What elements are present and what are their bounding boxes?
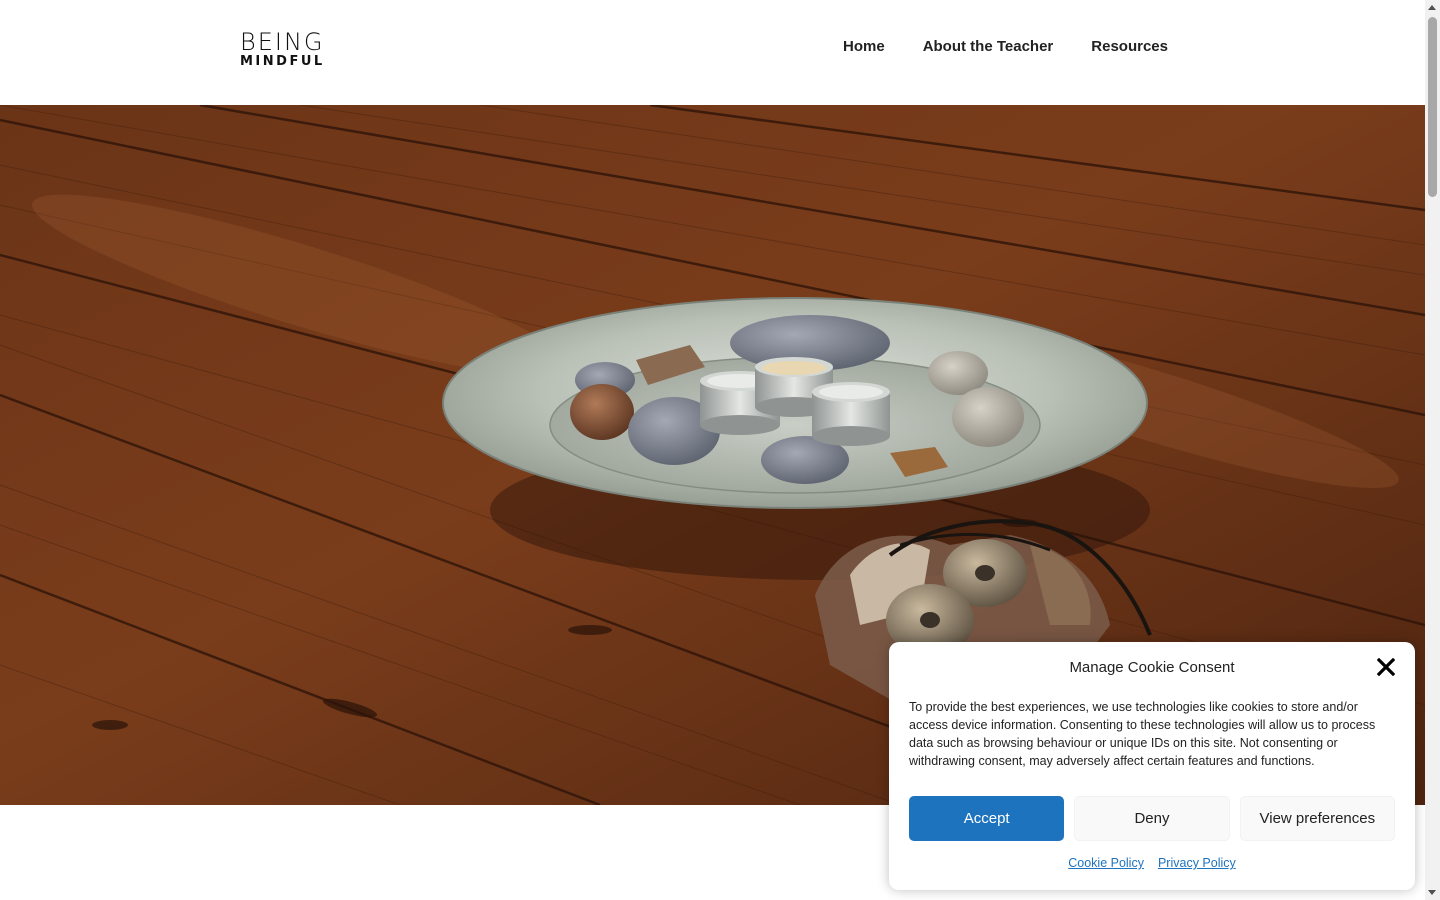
cookie-policy-link[interactable]: Cookie Policy: [1068, 856, 1144, 870]
scroll-down-arrow-icon[interactable]: [1428, 890, 1436, 895]
logo-line-being: BEING: [240, 28, 325, 56]
cookie-dialog-title: Manage Cookie Consent: [1069, 659, 1235, 676]
cookie-dialog-message: To provide the best experiences, we use …: [909, 700, 1376, 768]
nav-resources[interactable]: Resources: [1091, 38, 1168, 55]
close-icon[interactable]: [1376, 657, 1396, 677]
main-nav: Home About the Teacher Resources: [843, 38, 1168, 55]
page: BEING MINDFUL Home About the Teacher Res…: [0, 0, 1440, 900]
deny-button[interactable]: Deny: [1074, 796, 1230, 841]
nav-about-the-teacher[interactable]: About the Teacher: [923, 38, 1054, 55]
site-header: BEING MINDFUL Home About the Teacher Res…: [0, 0, 1425, 105]
view-preferences-button[interactable]: View preferences: [1239, 796, 1395, 841]
scrollbar-thumb[interactable]: [1428, 17, 1437, 197]
cookie-consent-dialog: Manage Cookie Consent To provide the bes…: [889, 642, 1415, 890]
cookie-button-row: Accept Deny View preferences: [909, 796, 1395, 841]
site-logo[interactable]: BEING MINDFUL: [240, 30, 325, 68]
scroll-up-arrow-icon[interactable]: [1428, 5, 1436, 10]
cookie-policy-links: Cookie Policy Privacy Policy: [889, 856, 1415, 870]
page-scrollbar[interactable]: [1425, 0, 1440, 900]
accept-button[interactable]: Accept: [909, 796, 1065, 841]
logo-line-mindful: MINDFUL: [240, 54, 325, 69]
privacy-policy-link[interactable]: Privacy Policy: [1158, 856, 1236, 870]
nav-home[interactable]: Home: [843, 38, 885, 55]
